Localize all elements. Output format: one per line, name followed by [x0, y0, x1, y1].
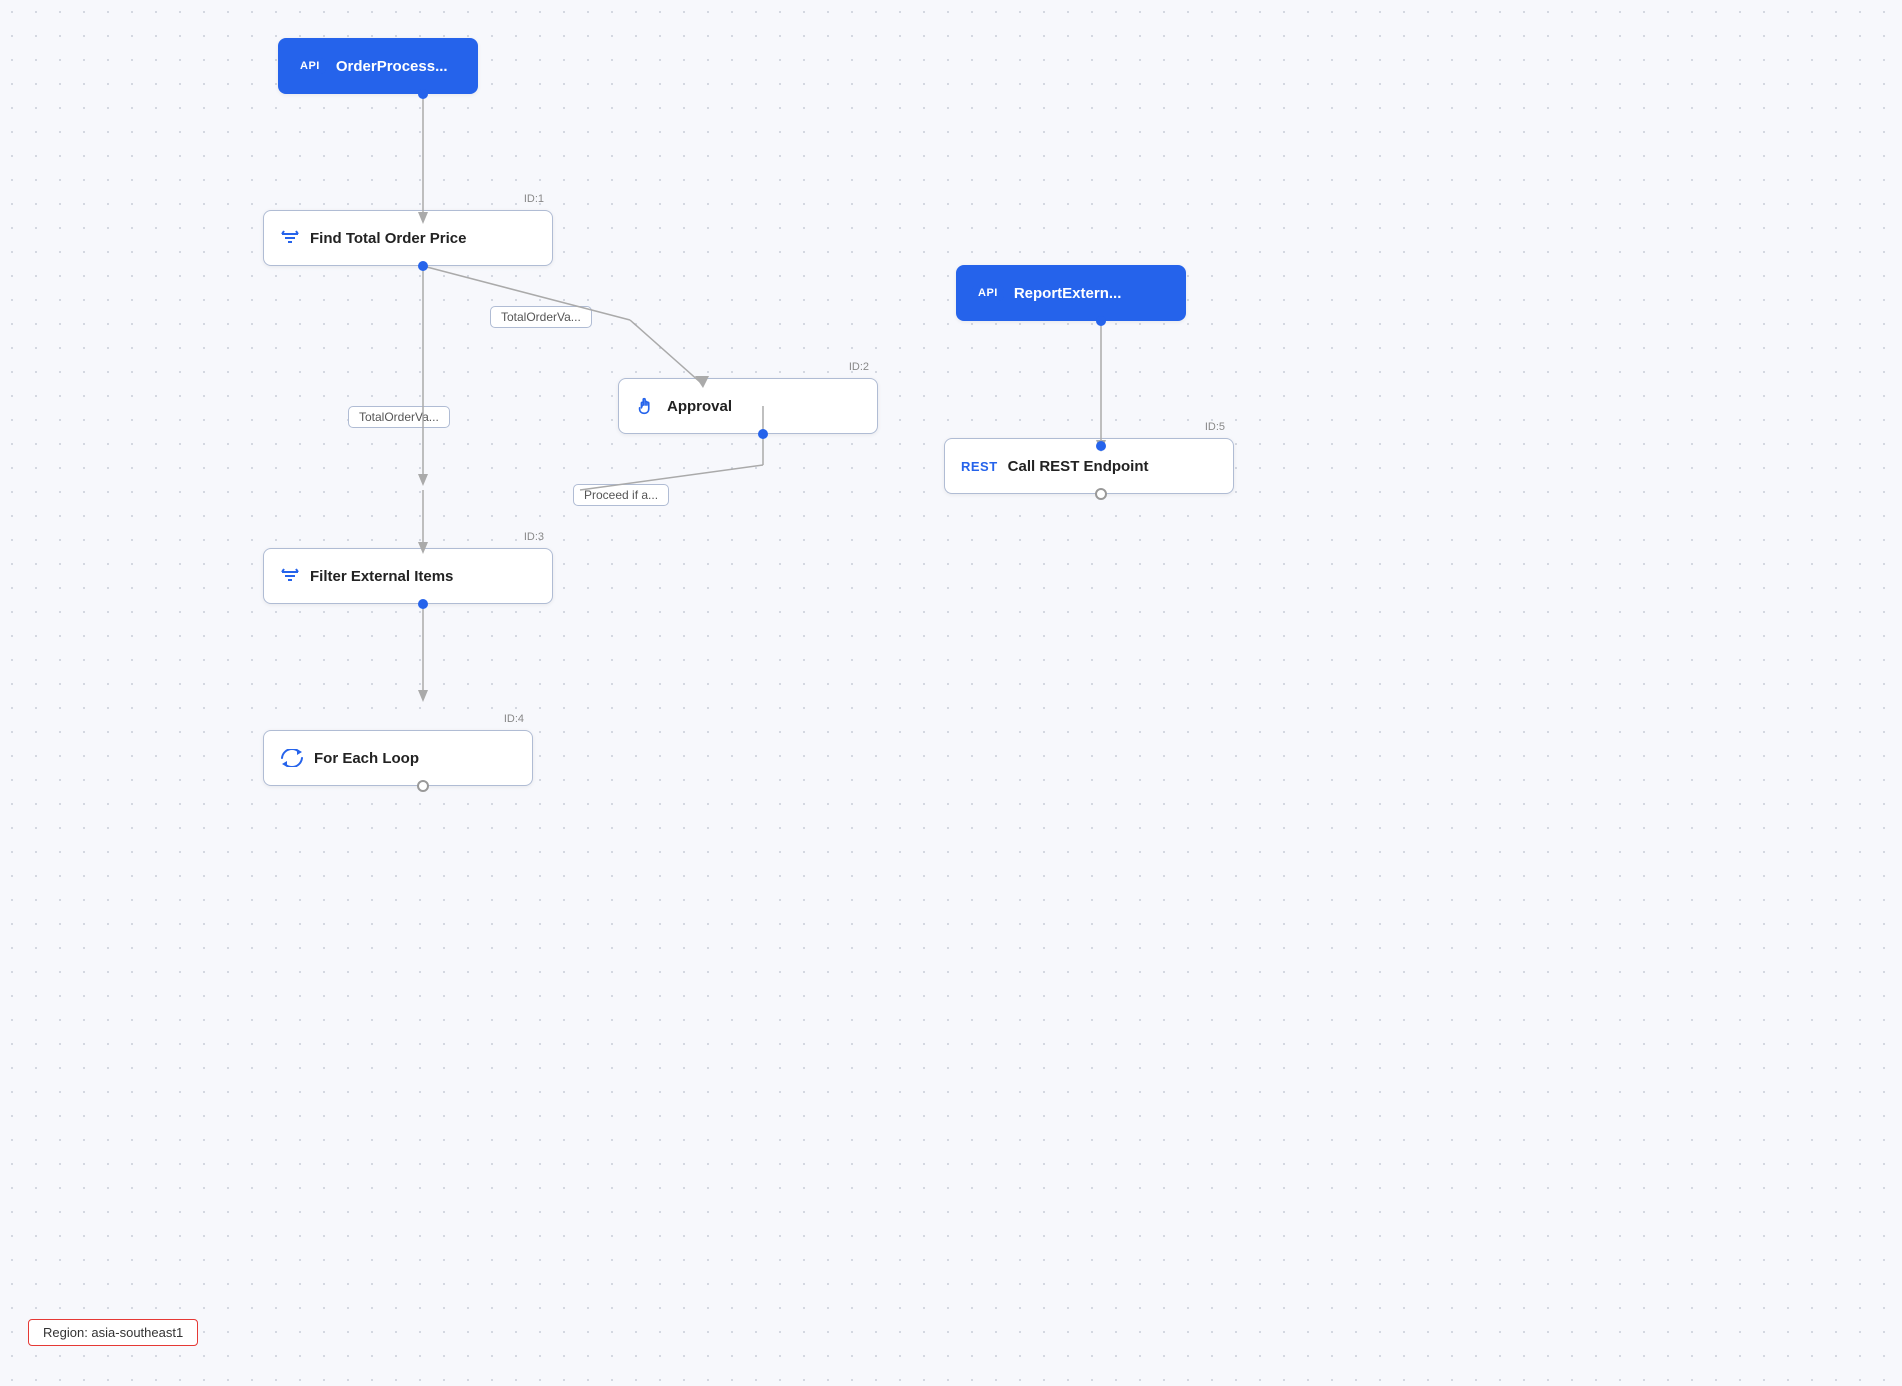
reportextern-label: ReportExtern... — [1014, 285, 1122, 302]
total-order-va-label-2: TotalOrderVa... — [348, 406, 450, 428]
find-total-order-price-node[interactable]: ID:1 Find Total Order Price — [263, 210, 553, 266]
rest-badge: REST — [961, 459, 998, 474]
dot-for-each-out-empty — [417, 780, 429, 792]
dot-orderprocess-out — [418, 89, 428, 99]
dot-callrest-in — [1096, 441, 1106, 451]
approval-label: Approval — [667, 398, 732, 415]
filter-external-items-label: Filter External Items — [310, 568, 453, 585]
find-total-order-price-label: Find Total Order Price — [310, 230, 466, 247]
api-badge-orderprocess: API — [294, 58, 326, 74]
for-each-loop-label: For Each Loop — [314, 750, 419, 767]
dot-reportextern-out — [1096, 316, 1106, 326]
dot-find-total-out — [418, 261, 428, 271]
call-rest-endpoint-node[interactable]: ID:5 REST Call REST Endpoint — [944, 438, 1234, 494]
node-id-3: ID:3 — [524, 531, 544, 543]
hand-icon — [635, 395, 657, 417]
node-id-2: ID:2 — [849, 361, 869, 373]
total-order-va-label-1: TotalOrderVa... — [490, 306, 592, 328]
dot-approval-out — [758, 429, 768, 439]
call-rest-endpoint-label: Call REST Endpoint — [1008, 458, 1149, 475]
region-label: Region: asia-southeast1 — [28, 1319, 198, 1346]
loop-icon — [280, 749, 304, 767]
filter-external-items-node[interactable]: ID:3 Filter External Items — [263, 548, 553, 604]
dot-callrest-out-empty — [1095, 488, 1107, 500]
filter-icon-1 — [280, 230, 300, 246]
orderprocess-node[interactable]: API OrderProcess... — [278, 38, 478, 94]
node-id-5: ID:5 — [1205, 421, 1225, 433]
dot-filter-ext-out — [418, 599, 428, 609]
proceed-if-label: Proceed if a... — [573, 484, 669, 506]
node-id-1: ID:1 — [524, 193, 544, 205]
api-badge-reportextern: API — [972, 285, 1004, 301]
orderprocess-label: OrderProcess... — [336, 58, 448, 75]
approval-node[interactable]: ID:2 Approval — [618, 378, 878, 434]
reportextern-node[interactable]: API ReportExtern... — [956, 265, 1186, 321]
for-each-loop-node[interactable]: ID:4 For Each Loop — [263, 730, 533, 786]
node-id-4: ID:4 — [504, 713, 524, 725]
filter-icon-2 — [280, 568, 300, 584]
